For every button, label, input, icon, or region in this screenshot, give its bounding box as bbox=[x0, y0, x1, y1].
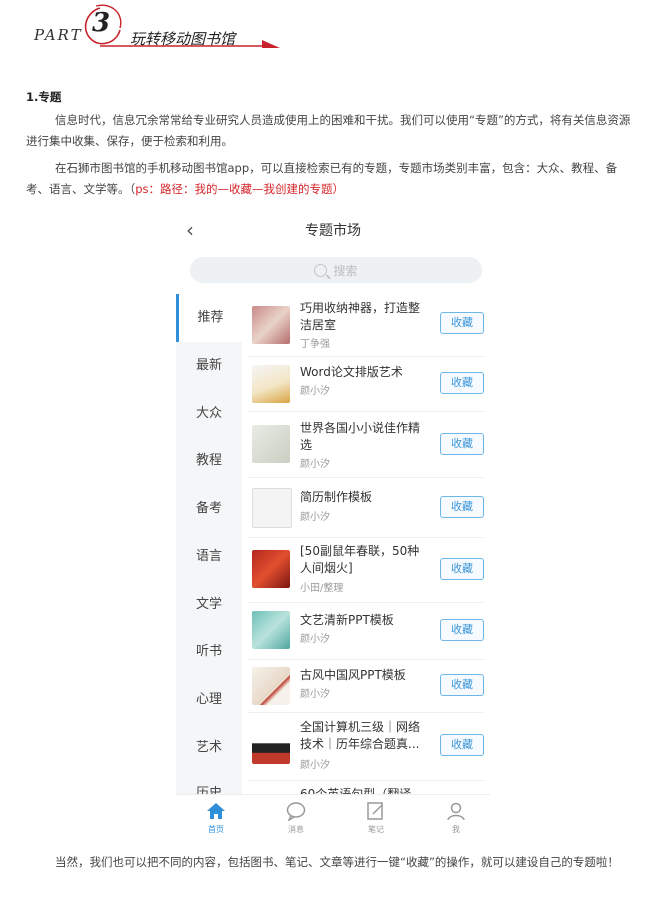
paragraph-app-end: ） bbox=[332, 182, 345, 196]
paragraph-intro: 信息时代，信息冗余常常给专业研究人员造成使用上的困难和干扰。我们可以使用“专题”… bbox=[26, 113, 631, 148]
part-header: PART 3 玩转移动图书馆 bbox=[0, 0, 655, 60]
favorite-button[interactable]: 收藏 bbox=[440, 558, 484, 580]
category-tab[interactable]: 备考 bbox=[176, 485, 242, 533]
category-tab[interactable]: 文学 bbox=[176, 581, 242, 629]
home-icon bbox=[207, 803, 225, 819]
list-item[interactable]: 巧用收纳神器，打造整洁居室 丁争强 收藏 bbox=[248, 294, 484, 357]
note-icon bbox=[367, 802, 383, 820]
tab-label: 我 bbox=[452, 825, 460, 834]
ppt-chinese-thumb bbox=[252, 667, 290, 705]
list-item[interactable]: 全国计算机三级｜网络技术｜历年综合题真... 颜小汐 收藏 bbox=[248, 712, 484, 781]
favorite-button[interactable]: 收藏 bbox=[440, 372, 484, 394]
phone-screenshot: ‹ 专题市场 搜索 推荐 最新 大众 教程 备考 语言 文学 听书 心理 艺术 … bbox=[176, 214, 490, 844]
search-bar[interactable]: 搜索 bbox=[190, 257, 482, 283]
topic-title: 全国计算机三级｜网络技术｜历年综合题真... bbox=[300, 720, 421, 751]
favorite-button[interactable]: 收藏 bbox=[440, 734, 484, 756]
tab-me[interactable]: 我 bbox=[426, 801, 486, 835]
topic-author: 颜小汐 bbox=[300, 634, 330, 645]
topic-list: 巧用收纳神器，打造整洁居室 丁争强 收藏 Word论文排版艺术 颜小汐 收藏 世… bbox=[242, 294, 490, 801]
category-sidebar: 推荐 最新 大众 教程 备考 语言 文学 听书 心理 艺术 历史 bbox=[176, 294, 242, 801]
list-item[interactable]: Word论文排版艺术 颜小汐 收藏 bbox=[248, 356, 484, 412]
message-icon bbox=[286, 802, 306, 821]
tab-label: 消息 bbox=[288, 825, 304, 834]
tab-label: 首页 bbox=[208, 825, 224, 834]
tab-note[interactable]: 笔记 bbox=[346, 801, 406, 835]
topic-author: 小田/整理 bbox=[300, 583, 344, 594]
category-tab[interactable]: 大众 bbox=[176, 390, 242, 438]
book-thumb bbox=[252, 425, 290, 463]
search-icon bbox=[314, 263, 328, 277]
category-tab[interactable]: 最新 bbox=[176, 342, 242, 390]
favorite-button[interactable]: 收藏 bbox=[440, 619, 484, 641]
favorite-button[interactable]: 收藏 bbox=[440, 433, 484, 455]
phone-top-bar: ‹ 专题市场 bbox=[176, 214, 490, 246]
favorite-button[interactable]: 收藏 bbox=[440, 496, 484, 518]
bottom-tab-bar: 首页 消息 笔记 我 bbox=[176, 794, 490, 844]
couplet-thumb bbox=[252, 550, 290, 588]
topic-title: Word论文排版艺术 bbox=[300, 365, 403, 379]
favorite-button[interactable]: 收藏 bbox=[440, 674, 484, 696]
topic-author: 颜小汐 bbox=[300, 512, 330, 523]
list-item[interactable]: [50副鼠年春联，50种人间烟火] 小田/整理 收藏 bbox=[248, 537, 484, 603]
phone-page-title: 专题市场 bbox=[305, 223, 361, 239]
word-thumb bbox=[252, 365, 290, 403]
list-item[interactable]: 文艺清新PPT模板 颜小汐 收藏 bbox=[248, 602, 484, 660]
favorite-button[interactable]: 收藏 bbox=[440, 312, 484, 334]
topic-title: 文艺清新PPT模板 bbox=[300, 613, 394, 627]
section-title: 1.专题 bbox=[26, 90, 62, 104]
topic-title: 简历制作模板 bbox=[300, 490, 373, 504]
resume-thumb bbox=[252, 488, 292, 528]
topic-author: 颜小汐 bbox=[300, 760, 330, 771]
category-tab[interactable]: 教程 bbox=[176, 437, 242, 485]
topic-author: 丁争强 bbox=[300, 339, 330, 350]
list-item[interactable]: 世界各国小小说佳作精选 颜小汐 收藏 bbox=[248, 411, 484, 478]
topic-title: 世界各国小小说佳作精选 bbox=[300, 421, 421, 452]
topic-title: 古风中国风PPT模板 bbox=[300, 668, 406, 682]
part-word: PART bbox=[34, 26, 83, 44]
part-title: 玩转移动图书馆 bbox=[130, 30, 236, 48]
part-number: 3 bbox=[92, 8, 111, 38]
storage-thumb bbox=[252, 306, 290, 344]
category-tab[interactable]: 听书 bbox=[176, 628, 242, 676]
topic-author: 颜小汐 bbox=[300, 459, 330, 470]
ppt-fresh-thumb bbox=[252, 611, 290, 649]
category-tab[interactable]: 心理 bbox=[176, 676, 242, 724]
search-placeholder: 搜索 bbox=[333, 263, 358, 278]
paragraph-app: 在石狮市图书馆的手机移动图书馆app，可以直接检索已有的专题，专题市场类别丰富，… bbox=[26, 158, 638, 200]
category-tab[interactable]: 艺术 bbox=[176, 724, 242, 772]
paragraph-app-path: ps：路径：我的—收藏—我创建的专题 bbox=[135, 182, 333, 196]
category-tab[interactable]: 推荐 bbox=[176, 294, 242, 342]
topic-title: 巧用收纳神器，打造整洁居室 bbox=[300, 301, 421, 332]
topic-author: 颜小汐 bbox=[300, 386, 330, 397]
topic-author: 颜小汐 bbox=[300, 689, 330, 700]
tab-home[interactable]: 首页 bbox=[186, 801, 246, 835]
exam-thumb bbox=[252, 726, 290, 764]
paragraph-closing: 当然，我们也可以把不同的内容，包括图书、笔记、文章等进行一键“收藏”的操作，就可… bbox=[55, 855, 619, 869]
tab-label: 笔记 bbox=[368, 825, 384, 834]
topic-title: [50副鼠年春联，50种人间烟火] bbox=[300, 544, 420, 575]
list-item[interactable]: 简历制作模板 颜小汐 收藏 bbox=[248, 477, 484, 538]
list-item[interactable]: 古风中国风PPT模板 颜小汐 收藏 bbox=[248, 659, 484, 713]
user-icon bbox=[447, 802, 465, 821]
category-tab[interactable]: 语言 bbox=[176, 533, 242, 581]
tab-message[interactable]: 消息 bbox=[266, 801, 326, 835]
